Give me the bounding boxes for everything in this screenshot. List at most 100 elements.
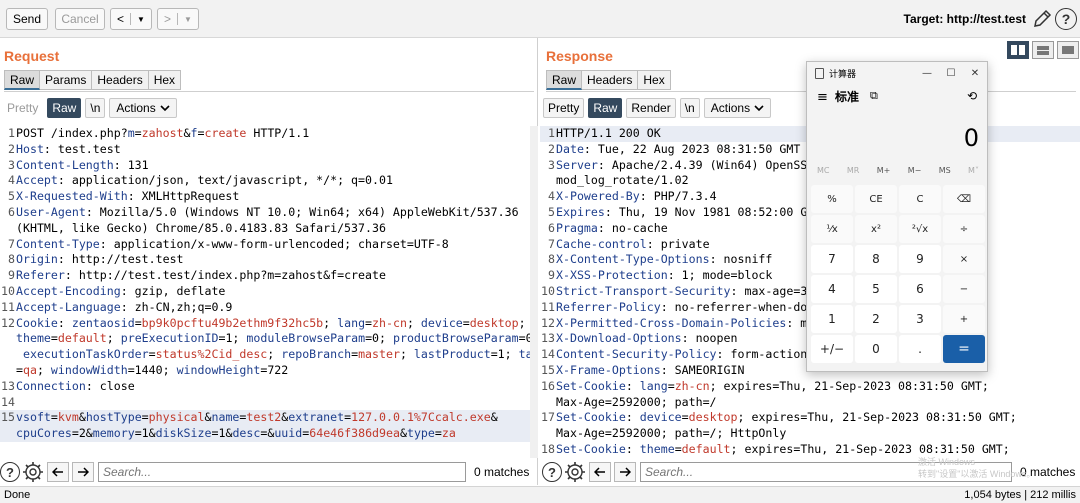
split-horizontal-icon[interactable] xyxy=(1007,41,1029,59)
code-line[interactable]: 13 Connection: close xyxy=(0,379,530,395)
code-line[interactable]: 16 Set-Cookie: lang=zh-cn; expires=Thu, 2… xyxy=(540,379,1080,395)
key-digit-4-button[interactable]: 4 xyxy=(811,275,853,303)
maximize-icon[interactable]: ☐ xyxy=(939,62,963,84)
next-match-button[interactable] xyxy=(72,462,94,482)
key-digit-2-button[interactable]: 2 xyxy=(855,305,897,333)
send-button[interactable]: Send xyxy=(6,8,48,30)
code-line[interactable]: 7 Content-Type: application/x-www-form-ur… xyxy=(0,237,530,253)
tabbed-layout-icon[interactable] xyxy=(1057,41,1079,59)
code-text: Referer: http://test.test/index.php?m=za… xyxy=(16,268,530,284)
key-equals-button[interactable]: = xyxy=(943,335,985,363)
gear-icon[interactable] xyxy=(22,461,44,483)
key-clear-button[interactable]: C xyxy=(899,185,941,213)
code-line[interactable]: 11 Accept-Language: zh-CN,zh;q=0.9 xyxy=(0,300,530,316)
tab-raw[interactable]: Raw xyxy=(546,70,583,90)
split-vertical-icon[interactable] xyxy=(1032,41,1054,59)
key-clear-entry-button[interactable]: CE xyxy=(855,185,897,213)
tab-headers[interactable]: Headers xyxy=(92,70,149,90)
tab-params[interactable]: Params xyxy=(40,70,93,90)
key-square-root-button[interactable]: ²√x xyxy=(899,215,941,243)
memory-list-button[interactable]: M˅ xyxy=(968,166,979,175)
key-divide-button[interactable]: ÷ xyxy=(943,215,985,243)
minimize-icon[interactable]: — xyxy=(915,62,939,84)
help-icon[interactable]: ? xyxy=(542,462,562,482)
memory-recall-button[interactable]: MR xyxy=(847,166,859,175)
memory-store-button[interactable]: MS xyxy=(939,166,951,175)
code-line[interactable]: theme=default; preExecutionID=1; moduleB… xyxy=(0,331,530,347)
code-line[interactable]: 4 Accept: application/json, text/javascri… xyxy=(0,173,530,189)
code-line[interactable]: executionTaskOrder=status%2Cid_desc; rep… xyxy=(0,347,530,363)
key-digit-9-button[interactable]: 9 xyxy=(899,245,941,273)
code-line[interactable]: Max-Age=2592000; path=/; HttpOnly xyxy=(540,426,1080,442)
tab-headers[interactable]: Headers xyxy=(582,70,639,90)
code-line[interactable]: 17 Set-Cookie: device=desktop; expires=Th… xyxy=(540,410,1080,426)
code-line[interactable]: 10 Accept-Encoding: gzip, deflate xyxy=(0,284,530,300)
code-line[interactable]: (KHTML, like Gecko) Chrome/85.0.4183.83 … xyxy=(0,221,530,237)
code-line[interactable]: 3 Content-Length: 131 xyxy=(0,158,530,174)
memory-subtract-button[interactable]: M− xyxy=(908,166,922,175)
help-icon[interactable]: ? xyxy=(1055,8,1077,30)
code-line[interactable]: 12 Cookie: zentaosid=bp9k0pcftu49b2ethm9f… xyxy=(0,316,530,332)
memory-add-button[interactable]: M+ xyxy=(877,166,891,175)
forward-button[interactable]: > ▼ xyxy=(157,8,199,30)
key-decimal-button[interactable]: . xyxy=(899,335,941,363)
key-digit-8-button[interactable]: 8 xyxy=(855,245,897,273)
previous-match-button[interactable] xyxy=(47,462,69,482)
code-line[interactable]: =qa; windowWidth=1440; windowHeight=722 xyxy=(0,363,530,379)
code-text: vsoft=kvm&hostType=physical&name=test2&e… xyxy=(16,410,530,426)
key-digit-6-button[interactable]: 6 xyxy=(899,275,941,303)
code-line[interactable]: 8 Origin: http://test.test xyxy=(0,252,530,268)
code-line[interactable]: 1 POST /index.php?m=zahost&f=create HTTP/… xyxy=(0,126,530,142)
tab-hex[interactable]: Hex xyxy=(638,70,671,90)
code-line[interactable]: 9 Referer: http://test.test/index.php?m=z… xyxy=(0,268,530,284)
key-digit-1-button[interactable]: 1 xyxy=(811,305,853,333)
code-line[interactable]: cpuCores=2&memory=1&diskSize=1&desc=&uui… xyxy=(0,426,530,442)
previous-match-button[interactable] xyxy=(589,462,611,482)
render-toggle[interactable]: Render xyxy=(626,98,676,118)
newline-toggle[interactable]: \n xyxy=(85,98,106,118)
code-line[interactable]: 2 Host: test.test xyxy=(0,142,530,158)
code-line[interactable]: 5 X-Requested-With: XMLHttpRequest xyxy=(0,189,530,205)
close-icon[interactable]: ✕ xyxy=(963,62,987,84)
code-line[interactable]: 6 User-Agent: Mozilla/5.0 (Windows NT 10.… xyxy=(0,205,530,221)
request-scrollbar[interactable] xyxy=(530,126,538,458)
actions-menu[interactable]: Actions xyxy=(703,98,772,118)
code-line[interactable]: 15 vsoft=kvm&hostType=physical&name=test2… xyxy=(0,410,530,427)
key-percent-button[interactable]: % xyxy=(811,185,853,213)
pretty-toggle[interactable]: Pretty xyxy=(543,98,585,118)
hamburger-menu-icon[interactable]: ≡ xyxy=(817,90,828,105)
key-add-button[interactable]: + xyxy=(943,305,985,333)
code-line[interactable]: 14 xyxy=(0,395,530,411)
dropdown-icon[interactable]: ▼ xyxy=(137,15,145,24)
request-editor[interactable]: 1 POST /index.php?m=zahost&f=create HTTP/… xyxy=(0,126,530,458)
help-icon[interactable]: ? xyxy=(0,462,20,482)
key-subtract-button[interactable]: − xyxy=(943,275,985,303)
pencil-icon[interactable] xyxy=(1032,9,1052,29)
key-negate-button[interactable]: +/− xyxy=(811,335,853,363)
search-input[interactable] xyxy=(98,462,466,482)
raw-toggle[interactable]: Raw xyxy=(47,98,82,118)
code-line[interactable]: Max-Age=2592000; path=/ xyxy=(540,395,1080,411)
dropdown-icon[interactable]: ▼ xyxy=(184,15,192,24)
actions-menu[interactable]: Actions xyxy=(109,98,177,118)
tab-hex[interactable]: Hex xyxy=(148,70,182,90)
tab-raw[interactable]: Raw xyxy=(4,70,41,90)
key-digit-3-button[interactable]: 3 xyxy=(899,305,941,333)
back-button[interactable]: < ▼ xyxy=(110,8,152,30)
key-multiply-button[interactable]: × xyxy=(943,245,985,273)
key-digit-5-button[interactable]: 5 xyxy=(855,275,897,303)
key-backspace-button[interactable]: ⌫ xyxy=(943,185,985,213)
raw-toggle[interactable]: Raw xyxy=(588,98,623,118)
key-square-button[interactable]: x² xyxy=(855,215,897,243)
cancel-button[interactable]: Cancel xyxy=(55,8,105,30)
next-match-button[interactable] xyxy=(614,462,636,482)
memory-clear-button[interactable]: MC xyxy=(817,166,830,175)
key-reciprocal-button[interactable]: ¹⁄x xyxy=(811,215,853,243)
history-icon[interactable]: ⟲ xyxy=(967,89,977,103)
newline-toggle[interactable]: \n xyxy=(679,98,700,118)
gear-icon[interactable] xyxy=(564,461,586,483)
keep-on-top-icon[interactable]: ⧉ xyxy=(870,89,878,103)
key-digit-0-button[interactable]: 0 xyxy=(855,335,897,363)
pretty-toggle[interactable]: Pretty xyxy=(2,98,43,118)
key-digit-7-button[interactable]: 7 xyxy=(811,245,853,273)
